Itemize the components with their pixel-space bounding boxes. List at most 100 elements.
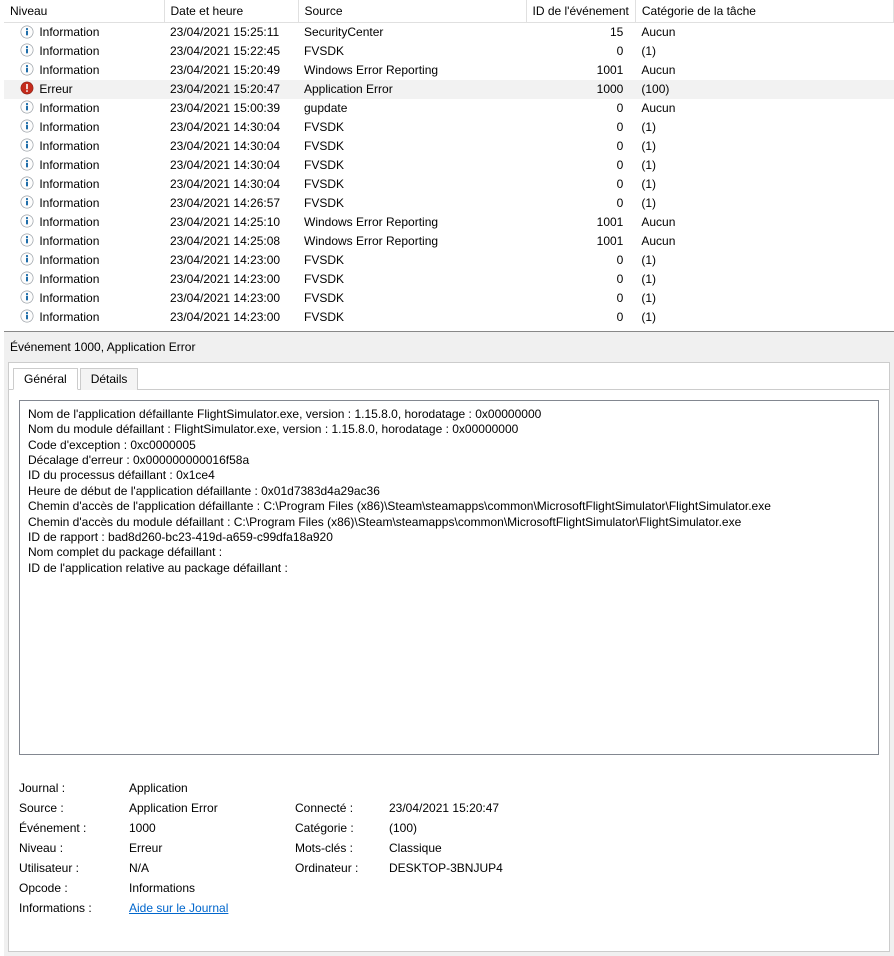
journal-label: Journal :	[19, 781, 129, 795]
cell-datetime: 23/04/2021 15:22:45	[164, 42, 298, 61]
cell-datetime: 23/04/2021 14:30:04	[164, 118, 298, 137]
cell-category: (100)	[635, 80, 893, 99]
cell-level: Information	[4, 194, 164, 213]
cell-level: Information	[4, 137, 164, 156]
cell-datetime: 23/04/2021 14:30:04	[164, 175, 298, 194]
info-icon	[20, 290, 34, 304]
table-row[interactable]: Information23/04/2021 15:22:45FVSDK0(1)	[4, 42, 894, 61]
col-source[interactable]: Source	[298, 0, 526, 23]
cell-datetime: 23/04/2021 15:25:11	[164, 23, 298, 42]
cell-category: Aucun	[635, 23, 893, 42]
cell-category: (1)	[635, 118, 893, 137]
cell-source: FVSDK	[298, 42, 526, 61]
table-row[interactable]: Information23/04/2021 14:25:08Windows Er…	[4, 232, 894, 251]
table-row[interactable]: Erreur23/04/2021 15:20:47Application Err…	[4, 80, 894, 99]
cell-level: Erreur	[4, 80, 164, 99]
cell-eventid: 1001	[526, 61, 635, 80]
cell-source: FVSDK	[298, 175, 526, 194]
cell-eventid: 1000	[526, 80, 635, 99]
cell-eventid: 0	[526, 251, 635, 270]
col-category[interactable]: Catégorie de la tâche	[635, 0, 893, 23]
info-icon	[20, 233, 34, 247]
description-line: ID de l'application relative au package …	[28, 561, 870, 576]
info-icon	[20, 25, 34, 39]
computer-value: DESKTOP-3BNJUP4	[389, 861, 879, 875]
cell-datetime: 23/04/2021 15:20:47	[164, 80, 298, 99]
opcode-value: Informations	[129, 881, 295, 895]
help-link[interactable]: Aide sur le Journal	[129, 901, 228, 915]
cell-category: Aucun	[635, 232, 893, 251]
col-level[interactable]: Niveau	[4, 0, 164, 23]
cell-eventid: 0	[526, 175, 635, 194]
info-icon	[20, 157, 34, 171]
cell-eventid: 0	[526, 156, 635, 175]
cell-category: (1)	[635, 308, 893, 327]
info-label: Informations :	[19, 901, 129, 915]
cell-category: (1)	[635, 194, 893, 213]
detail-panel: Événement 1000, Application Error Généra…	[4, 332, 894, 956]
table-row[interactable]: Information23/04/2021 14:23:00FVSDK0(1)	[4, 308, 894, 327]
cell-category: Aucun	[635, 61, 893, 80]
cell-category: (1)	[635, 251, 893, 270]
connected-label: Connecté :	[295, 801, 389, 815]
cell-category: (1)	[635, 175, 893, 194]
cell-level: Information	[4, 118, 164, 137]
category-label: Catégorie :	[295, 821, 389, 835]
description-box[interactable]: Nom de l'application défaillante FlightS…	[19, 400, 879, 755]
info-icon	[20, 214, 34, 228]
cell-datetime: 23/04/2021 14:23:00	[164, 308, 298, 327]
cell-level: Information	[4, 232, 164, 251]
cell-eventid: 0	[526, 118, 635, 137]
table-row[interactable]: Information23/04/2021 14:25:10Windows Er…	[4, 213, 894, 232]
cell-source: FVSDK	[298, 118, 526, 137]
col-eventid[interactable]: ID de l'événement	[526, 0, 635, 23]
keywords-label: Mots-clés :	[295, 841, 389, 855]
table-row[interactable]: Information23/04/2021 14:30:04FVSDK0(1)	[4, 137, 894, 156]
cell-source: FVSDK	[298, 194, 526, 213]
table-row[interactable]: Information23/04/2021 15:00:39gupdate0Au…	[4, 99, 894, 118]
cell-source: FVSDK	[298, 251, 526, 270]
cell-eventid: 0	[526, 270, 635, 289]
table-row[interactable]: Information23/04/2021 15:20:49Windows Er…	[4, 61, 894, 80]
table-row[interactable]: Information23/04/2021 14:26:57FVSDK0(1)	[4, 194, 894, 213]
cell-source: Windows Error Reporting	[298, 213, 526, 232]
description-line: ID du processus défaillant : 0x1ce4	[28, 468, 870, 483]
table-row[interactable]: Information23/04/2021 14:30:04FVSDK0(1)	[4, 118, 894, 137]
level-label: Niveau :	[19, 841, 129, 855]
info-icon	[20, 271, 34, 285]
cell-source: gupdate	[298, 99, 526, 118]
detail-body: Général Détails Nom de l'application déf…	[8, 362, 890, 952]
cell-datetime: 23/04/2021 14:25:08	[164, 232, 298, 251]
event-value: 1000	[129, 821, 295, 835]
cell-eventid: 1001	[526, 232, 635, 251]
cell-eventid: 0	[526, 308, 635, 327]
cell-eventid: 1001	[526, 213, 635, 232]
cell-source: FVSDK	[298, 289, 526, 308]
event-list[interactable]: Niveau Date et heure Source ID de l'évén…	[4, 0, 894, 332]
level-value: Erreur	[129, 841, 295, 855]
table-row[interactable]: Information23/04/2021 14:23:00FVSDK0(1)	[4, 251, 894, 270]
cell-category: (1)	[635, 289, 893, 308]
cell-category: (1)	[635, 270, 893, 289]
detail-fields: Journal : Application Source : Applicati…	[19, 781, 879, 915]
cell-level: Information	[4, 270, 164, 289]
keywords-value: Classique	[389, 841, 879, 855]
cell-category: (1)	[635, 156, 893, 175]
journal-value: Application	[129, 781, 295, 795]
cell-datetime: 23/04/2021 14:23:00	[164, 251, 298, 270]
user-value: N/A	[129, 861, 295, 875]
table-row[interactable]: Information23/04/2021 14:30:04FVSDK0(1)	[4, 175, 894, 194]
cell-source: Application Error	[298, 80, 526, 99]
table-row[interactable]: Information23/04/2021 15:25:11SecurityCe…	[4, 23, 894, 42]
category-value: (100)	[389, 821, 879, 835]
cell-source: FVSDK	[298, 137, 526, 156]
col-datetime[interactable]: Date et heure	[164, 0, 298, 23]
tab-details[interactable]: Détails	[80, 368, 139, 390]
table-row[interactable]: Information23/04/2021 14:23:00FVSDK0(1)	[4, 270, 894, 289]
tab-general[interactable]: Général	[13, 368, 78, 390]
detail-title: Événement 1000, Application Error	[8, 336, 890, 362]
info-icon	[20, 119, 34, 133]
table-row[interactable]: Information23/04/2021 14:30:04FVSDK0(1)	[4, 156, 894, 175]
table-row[interactable]: Information23/04/2021 14:23:00FVSDK0(1)	[4, 289, 894, 308]
cell-category: Aucun	[635, 99, 893, 118]
